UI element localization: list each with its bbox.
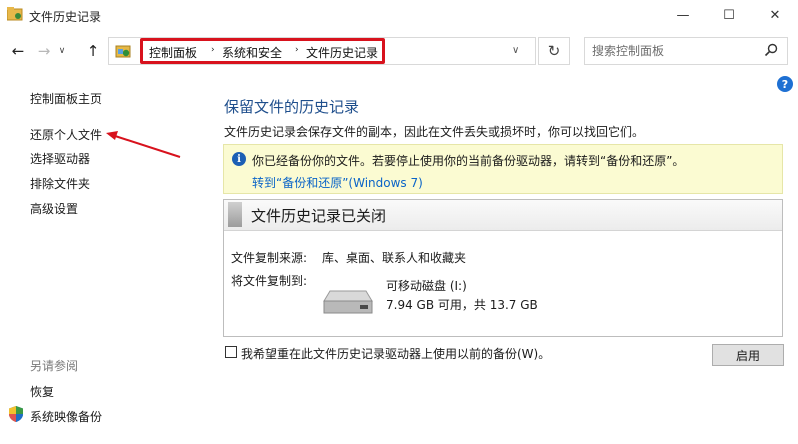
refresh-button[interactable]: ↻ xyxy=(538,37,570,65)
back-button[interactable]: ← xyxy=(8,41,28,61)
shield-icon xyxy=(9,406,23,422)
backup-restore-link[interactable]: 转到“备份和还原”(Windows 7) xyxy=(252,174,423,191)
drive-name: 可移动磁盘 (I:) xyxy=(386,279,467,293)
maximize-button[interactable]: ☐ xyxy=(706,0,752,30)
minimize-button[interactable]: — xyxy=(660,0,706,30)
up-button[interactable]: ↑ xyxy=(83,41,103,61)
chevron-down-icon[interactable]: ∨ xyxy=(512,45,519,56)
enable-button[interactable]: 启用 xyxy=(712,344,784,366)
file-history-icon xyxy=(7,7,23,21)
sidebar-item-system-image-backup[interactable]: 系统映像备份 xyxy=(30,408,102,425)
destination-label: 将文件复制到: xyxy=(231,274,308,288)
control-panel-icon xyxy=(115,45,131,58)
annotation-arrow xyxy=(106,131,181,158)
breadcrumb-separator[interactable]: › xyxy=(211,45,215,55)
sidebar-item-advanced-settings[interactable]: 高级设置 xyxy=(30,200,78,217)
info-message: 你已经备份你的文件。若要停止使用你的当前备份驱动器，请转到“备份和还原”。 xyxy=(252,154,685,168)
breadcrumb-system-security[interactable]: 系统和安全 xyxy=(222,44,282,61)
forward-button[interactable]: → xyxy=(34,41,54,61)
recent-locations-button[interactable]: ∨ xyxy=(55,41,69,61)
divider xyxy=(224,230,782,231)
sidebar-item-select-drive[interactable]: 选择驱动器 xyxy=(30,150,90,167)
reuse-backup-label[interactable]: 我希望重在此文件历史记录驱动器上使用以前的备份(W)。 xyxy=(241,345,550,362)
drive-space: 7.94 GB 可用，共 13.7 GB xyxy=(386,298,538,312)
info-icon: i xyxy=(232,152,246,166)
source-value: 库、桌面、联系人和收藏夹 xyxy=(322,251,467,265)
search-input[interactable] xyxy=(592,38,762,64)
search-box[interactable] xyxy=(584,37,788,65)
window-title: 文件历史记录 xyxy=(29,10,102,24)
breadcrumb-file-history[interactable]: 文件历史记录 xyxy=(306,44,378,61)
status-title: 文件历史记录已关闭 xyxy=(251,207,387,225)
sidebar-item-restore-files[interactable]: 还原个人文件 xyxy=(30,126,102,143)
sidebar-item-control-panel-home[interactable]: 控制面板主页 xyxy=(30,90,102,107)
removable-drive-icon xyxy=(323,290,373,314)
close-button[interactable]: ✕ xyxy=(752,0,798,30)
search-icon[interactable] xyxy=(764,43,778,57)
help-icon[interactable]: ? xyxy=(777,76,793,92)
status-indicator xyxy=(228,202,242,227)
page-description: 文件历史记录会保存文件的副本，因此在文件丢失或损坏时，你可以找回它们。 xyxy=(224,125,645,139)
see-also-title: 另请参阅 xyxy=(30,359,79,373)
source-label: 文件复制来源: xyxy=(231,251,308,265)
page-title: 保留文件的历史记录 xyxy=(224,98,360,116)
sidebar-item-exclude-folders[interactable]: 排除文件夹 xyxy=(30,175,90,192)
breadcrumb-separator[interactable]: › xyxy=(295,45,299,55)
breadcrumb-control-panel[interactable]: 控制面板 xyxy=(149,44,197,61)
sidebar-item-recovery[interactable]: 恢复 xyxy=(30,383,54,400)
reuse-backup-checkbox[interactable] xyxy=(225,346,237,358)
